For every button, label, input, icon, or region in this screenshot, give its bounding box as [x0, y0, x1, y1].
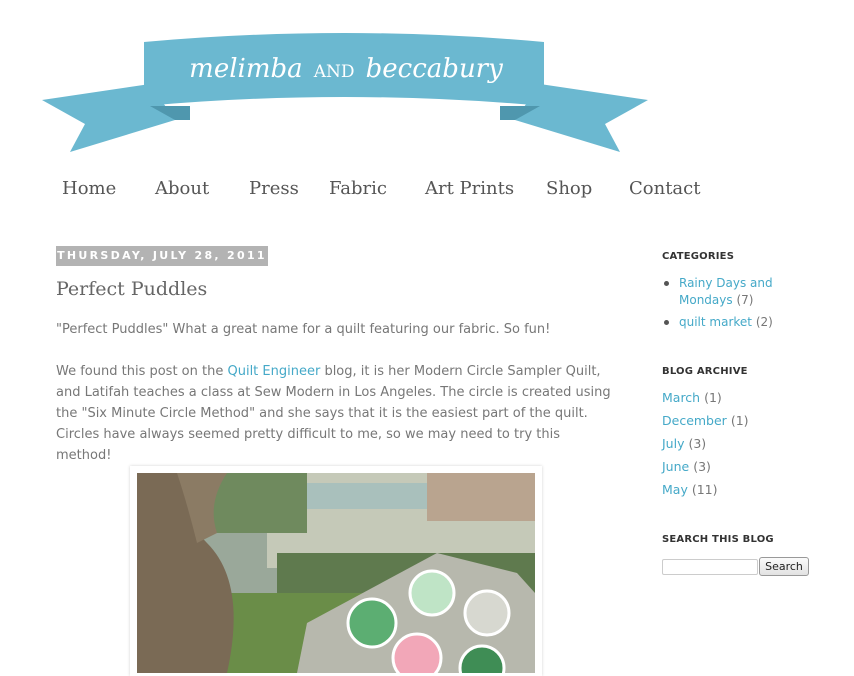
nav-home[interactable]: Home	[62, 178, 116, 199]
post-title[interactable]: Perfect Puddles	[56, 278, 207, 300]
category-link-quilt-market[interactable]: quilt market	[679, 315, 752, 329]
archive-item: July (3)	[662, 436, 706, 451]
quilt-photo[interactable]	[137, 473, 535, 673]
title-and: AND	[313, 62, 355, 82]
archive-link-march[interactable]: March	[662, 390, 700, 405]
bullet-icon	[664, 281, 669, 286]
quilt-engineer-link[interactable]: Quilt Engineer	[227, 364, 320, 379]
nav-fabric[interactable]: Fabric	[329, 178, 387, 199]
archive-count: (1)	[704, 390, 722, 405]
post-paragraph-2: We found this post on the Quilt Engineer…	[56, 361, 612, 466]
post-date-header: Thursday, July 28, 2011	[56, 246, 268, 266]
search-input[interactable]	[662, 559, 758, 575]
quilt-circle-mint	[408, 569, 456, 617]
post-paragraph-2-intro: We found this post on the	[56, 364, 228, 379]
title-melimba: melimba	[189, 54, 302, 84]
archive-link-june[interactable]: June	[662, 459, 689, 474]
quilt-circle-pink	[391, 632, 443, 673]
archive-item: December (1)	[662, 413, 749, 428]
search-heading: Search This Blog	[662, 534, 774, 545]
archive-link-may[interactable]: May	[662, 482, 688, 497]
nav-shop[interactable]: Shop	[546, 178, 592, 199]
category-count: (2)	[755, 315, 773, 329]
quilt-circle-green	[346, 597, 398, 649]
photo-building-roof	[427, 473, 535, 521]
archive-count: (3)	[688, 436, 707, 451]
archive-count: (3)	[693, 459, 711, 474]
post-paragraph-1: "Perfect Puddles" What a great name for …	[56, 322, 551, 337]
photo-building-band	[287, 483, 427, 509]
archive-item: March (1)	[662, 390, 722, 405]
archive-link-december[interactable]: December	[662, 413, 727, 428]
categories-heading: Categories	[662, 251, 735, 262]
archive-item: May (11)	[662, 482, 718, 497]
archive-count: (11)	[691, 482, 718, 497]
category-count: (7)	[736, 293, 754, 307]
nav-press[interactable]: Press	[249, 178, 299, 199]
archive-count: (1)	[730, 413, 749, 428]
search-button[interactable]: Search	[759, 557, 809, 576]
nav-about[interactable]: About	[155, 178, 209, 199]
archive-heading: Blog Archive	[662, 366, 748, 377]
category-item: quilt market (2)	[664, 314, 784, 332]
post-photo-frame	[130, 466, 542, 676]
blog-title-banner[interactable]: melimba AND beccabury	[40, 28, 650, 158]
nav-art-prints[interactable]: Art Prints	[425, 178, 514, 199]
archive-item: June (3)	[662, 459, 711, 474]
category-link-rainy-days[interactable]: Rainy Days and Mondays	[679, 276, 773, 307]
category-item: Rainy Days and Mondays (7)	[664, 275, 784, 311]
archive-link-july[interactable]: July	[662, 436, 684, 451]
bullet-icon	[664, 320, 669, 325]
title-beccabury: beccabury	[366, 54, 503, 84]
quilt-circle-grey	[463, 589, 511, 637]
nav-contact[interactable]: Contact	[629, 178, 700, 199]
